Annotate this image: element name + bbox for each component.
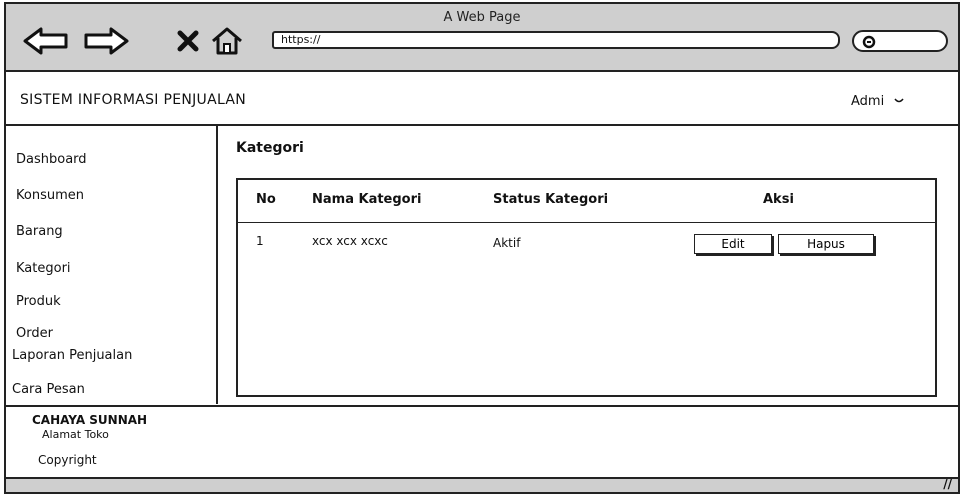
sidebar-item-cara-pesan[interactable]: Cara Pesan [12, 382, 85, 397]
hapus-button[interactable]: Hapus [778, 234, 874, 254]
shop-address: Alamat Toko [42, 428, 109, 441]
forward-arrow-icon[interactable] [82, 26, 130, 60]
sidebar-item-order[interactable]: Order [16, 326, 53, 341]
window-title: A Web Page [443, 10, 521, 25]
sidebar-item-produk[interactable]: Produk [16, 294, 61, 309]
sidebar-item-laporan-penjualan[interactable]: Laporan Penjualan [12, 348, 132, 363]
sidebar-item-dashboard[interactable]: Dashboard [16, 152, 87, 167]
sidebar-item-barang[interactable]: Barang [16, 224, 63, 239]
edit-button[interactable]: Edit [694, 234, 772, 254]
search-icon [862, 35, 876, 49]
chevron-down-icon [894, 94, 904, 109]
browser-status-bar: // [6, 477, 958, 492]
home-icon[interactable] [210, 26, 244, 60]
shop-name: CAHAYA SUNNAH [32, 413, 148, 427]
sidebar: Dashboard Konsumen Barang Kategori Produ… [6, 126, 218, 404]
user-menu-label: Admi [851, 94, 885, 109]
sidebar-item-konsumen[interactable]: Konsumen [16, 188, 84, 203]
browser-toolbar: A Web Page https:// [6, 4, 958, 72]
table-header: No Nama Kategori Status Kategori Aksi [238, 180, 935, 223]
page-title: Kategori [236, 140, 304, 156]
browser-search-box[interactable] [852, 30, 948, 52]
row-number: 1 [256, 234, 264, 248]
app-header: SISTEM INFORMASI PENJUALAN Admi [6, 72, 958, 126]
footer-store-info: CAHAYA SUNNAH Alamat Toko [6, 405, 958, 445]
copyright-text: Copyright [38, 453, 97, 467]
app-title: SISTEM INFORMASI PENJUALAN [20, 92, 247, 108]
sidebar-item-kategori[interactable]: Kategori [16, 261, 71, 276]
row-nama-kategori: xcx xcx xcxc [312, 234, 388, 248]
footer-copyright: Copyright [6, 443, 958, 479]
back-arrow-icon[interactable] [22, 26, 70, 60]
row-status-kategori: Aktif [493, 236, 521, 250]
column-header-no: No [256, 192, 276, 207]
address-bar[interactable]: https:// [272, 31, 840, 49]
kategori-table: No Nama Kategori Status Kategori Aksi 1 … [236, 178, 937, 397]
column-header-aksi: Aksi [763, 192, 794, 207]
column-header-nama-kategori: Nama Kategori [312, 192, 422, 207]
column-header-status-kategori: Status Kategori [493, 192, 609, 207]
browser-window: A Web Page https:// SISTEM INFORMASI PEN… [4, 2, 960, 494]
user-menu[interactable]: Admi [851, 94, 904, 109]
main-content: Kategori No Nama Kategori Status Kategor… [218, 126, 958, 404]
close-x-icon[interactable] [176, 29, 200, 57]
resize-grip-icon[interactable]: // [943, 477, 952, 491]
